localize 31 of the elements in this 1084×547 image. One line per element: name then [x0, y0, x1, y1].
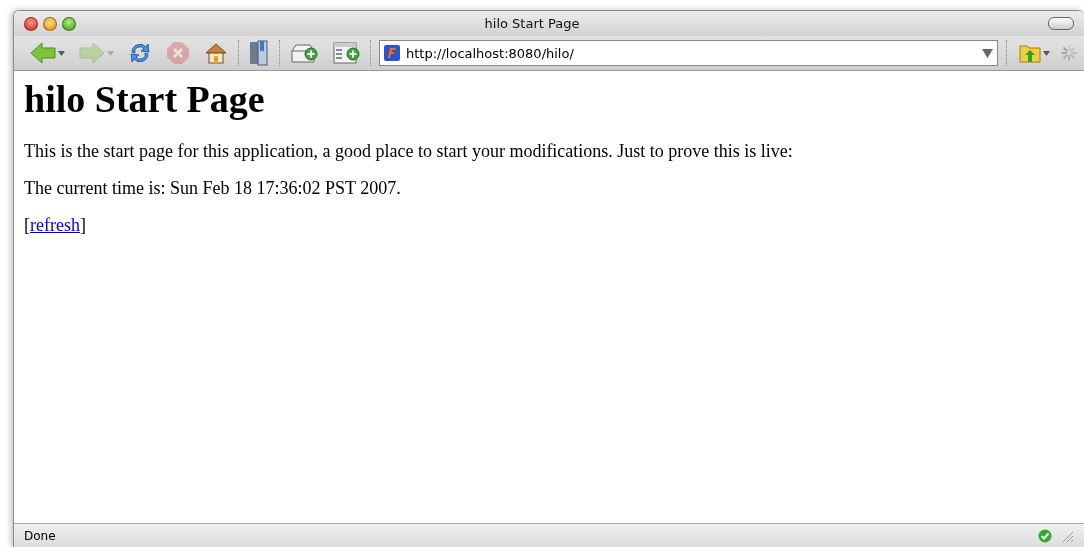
- bookmarks-button[interactable]: [247, 40, 271, 66]
- site-icon: [384, 45, 400, 61]
- caret-icon: [107, 50, 114, 56]
- check-icon: [1038, 528, 1052, 543]
- caret-icon: [58, 50, 65, 56]
- minimize-button[interactable]: [43, 16, 57, 31]
- paragraph: This is the start page for this application, a good place to start your modifications. Just to prove this is live:: [24, 141, 793, 162]
- zoom-button[interactable]: [62, 16, 76, 31]
- close-button[interactable]: [24, 16, 38, 31]
- folder-upload-icon: [1019, 42, 1041, 64]
- newwindow-button[interactable]: [330, 40, 362, 66]
- address-field[interactable]: http://localhost:8080/hilo/: [379, 40, 998, 66]
- status-text: Done: [24, 528, 56, 543]
- bookmarks-icon: [249, 40, 269, 66]
- dropdown-arrow-icon[interactable]: [982, 48, 993, 58]
- home-icon: [204, 41, 228, 65]
- window-title: hilo Start Page: [484, 16, 580, 31]
- stop-icon: [166, 41, 190, 65]
- back-button[interactable]: [28, 40, 67, 66]
- new-tab-icon: [290, 41, 318, 65]
- caret-icon: [1043, 50, 1050, 56]
- new-window-icon: [332, 41, 360, 65]
- page-heading: hilo Start Page: [24, 77, 265, 121]
- forward-arrow-icon: [79, 42, 105, 64]
- paragraph: The current time is: Sun Feb 18 17:36:02 PST 2007.: [24, 178, 401, 199]
- toolbar-toggle-button[interactable]: [1048, 17, 1074, 30]
- loading-spinner-icon: [1060, 44, 1078, 62]
- back-arrow-icon: [30, 42, 56, 64]
- link-paragraph: [refresh]: [24, 215, 86, 236]
- reload-icon: [128, 41, 152, 65]
- refresh-link[interactable]: refresh: [30, 215, 80, 235]
